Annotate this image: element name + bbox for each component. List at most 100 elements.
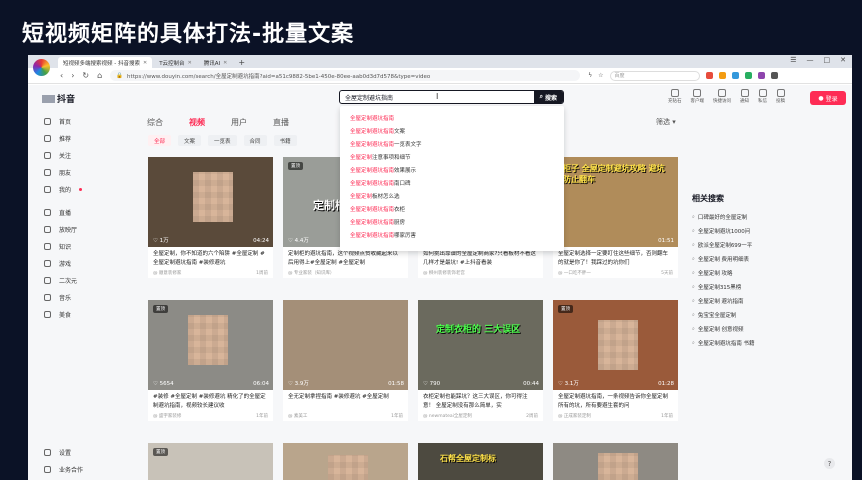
related-item[interactable]: ⌕ 口碑最好的全屋定制 [692, 210, 802, 224]
tab-video[interactable]: 视频 [189, 117, 205, 128]
video-card[interactable] [283, 443, 408, 480]
new-tab-icon[interactable]: + [238, 57, 245, 68]
video-author[interactable]: @ 盛宇家装修 [153, 413, 181, 419]
video-card[interactable]: 石帮全屋定制标 [418, 443, 543, 480]
video-thumbnail[interactable]: 柜子 全屋定制避坑攻略 避坑 防止翻车 01:51 [553, 157, 678, 247]
video-caption[interactable]: #装修 #全屋定制 #装修避坑 精化了的全屋定制避坑指南，视频较长建议收 [148, 390, 273, 411]
video-author[interactable]: @ 柳州装修装饰老宫 [423, 270, 465, 276]
suggestion-item[interactable]: 全屋定制避坑指南 文案 [340, 124, 564, 137]
related-item[interactable]: ⌕ 全屋定制 费用明细表 [692, 252, 802, 266]
filter-button[interactable]: 筛选 ▾ [656, 117, 676, 127]
action-notify[interactable]: 通知 [740, 89, 749, 104]
extension-icon[interactable] [718, 72, 726, 79]
video-thumbnail[interactable]: 置顶 ♡ 5654 06:04 [148, 300, 273, 390]
sidebar-item-settings[interactable]: 设置 [28, 444, 118, 461]
tab-overall[interactable]: 综合 [147, 117, 163, 128]
suggestion-item[interactable]: 全屋定制 板材怎么选 [340, 189, 564, 202]
suggestion-item[interactable]: 全屋定制避坑指南 [340, 111, 564, 124]
chip-contract[interactable]: 合同 [243, 135, 267, 146]
sidebar-item-mine[interactable]: 我的 [28, 181, 118, 198]
sidebar-item-friends[interactable]: 朋友 [28, 164, 118, 181]
menu-icon[interactable]: ☰ [790, 56, 796, 64]
back-icon[interactable]: ‹ [60, 71, 63, 80]
sidebar-item-recommend[interactable]: 推荐 [28, 130, 118, 147]
suggestion-item[interactable]: 全屋定制避坑指南 哪家厉害 [340, 228, 564, 241]
sidebar-item-anime[interactable]: 二次元 [28, 272, 118, 289]
sidebar-item-cinema[interactable]: 放映厅 [28, 221, 118, 238]
video-author[interactable]: @ 正成家装定制 [558, 413, 591, 419]
browser-search-field[interactable]: 百度 [609, 70, 700, 81]
video-card[interactable]: 置顶 ♡ 5654 06:04 #装修 #全屋定制 #装修避坑 精化了的全屋定制… [148, 300, 273, 421]
video-thumbnail[interactable]: 置顶 ♡ 3.1万 01:28 [553, 300, 678, 390]
action-recharge[interactable]: 充钻石 [668, 89, 682, 104]
video-caption[interactable]: 全屋定制选择一定要盯住这些细节，否则翻车的就是你了！我踩过的坑你们 [553, 247, 678, 268]
forward-icon[interactable]: › [71, 71, 74, 80]
video-thumbnail[interactable]: ♡ 3.9万 01:58 [283, 300, 408, 390]
video-thumbnail[interactable] [283, 443, 408, 480]
chip-copy[interactable]: 文案 [178, 135, 202, 146]
video-card[interactable]: 置顶 ♡ 3.1万 01:28 全屋定制避坑指南，一条视频告诉你全屋定制所有的坑… [553, 300, 678, 421]
login-button[interactable]: ● 登录 [810, 91, 846, 105]
chip-list[interactable]: 一览表 [208, 135, 237, 146]
video-card[interactable] [553, 443, 678, 480]
video-author[interactable]: @ newmateai全屋定制 [423, 413, 472, 419]
video-thumbnail[interactable] [553, 443, 678, 480]
related-item[interactable]: ⌕ 全屋定制避坑指南 书籍 [692, 336, 802, 350]
tab-live[interactable]: 直播 [273, 117, 289, 128]
video-card[interactable]: ♡ 1万 04:24 全屋定制，你不知道的六个陷阱 #全屋定制 #全屋定制避坑指… [148, 157, 273, 278]
video-thumbnail[interactable]: 石帮全屋定制标 [418, 443, 543, 480]
suggestion-item[interactable]: 全屋定制 注意事项和细节 [340, 150, 564, 163]
video-author[interactable]: @ 一口吃不胖一 [558, 270, 591, 276]
suggestion-item[interactable]: 全屋定制避坑指南 厨房 [340, 215, 564, 228]
help-button[interactable]: ? [824, 458, 835, 469]
tab-douyin[interactable]: 短视频多端搜索视频 - 抖音搜索 ✕ [58, 57, 153, 68]
extension-icon[interactable] [757, 72, 765, 79]
extension-icon[interactable] [770, 72, 778, 79]
video-card[interactable]: 置顶 [148, 443, 273, 480]
related-item[interactable]: ⌕ 全屋定制 避坑指南 [692, 294, 802, 308]
sidebar-item-knowledge[interactable]: 知识 [28, 238, 118, 255]
action-message[interactable]: 私信 [758, 89, 767, 104]
video-author[interactable]: @ 专业家装（知识库） [288, 270, 334, 276]
action-client[interactable]: 客户端 [691, 89, 704, 104]
bolt-icon[interactable]: ϟ [588, 72, 592, 79]
sidebar-item-follow[interactable]: 关注 [28, 147, 118, 164]
sidebar-item-food[interactable]: 美食 [28, 306, 118, 323]
sidebar-item-games[interactable]: 游戏 [28, 255, 118, 272]
related-item[interactable]: ⌕ 全屋定制315黑榜 [692, 280, 802, 294]
sidebar-item-home[interactable]: 首页 [28, 113, 118, 130]
video-caption[interactable]: 全屋定制避坑指南，一条视频告诉你全屋定制所有的坑，所有要避生套的问 [553, 390, 678, 411]
sidebar-item-music[interactable]: 音乐 [28, 289, 118, 306]
sidebar-item-live[interactable]: 直播 [28, 204, 118, 221]
douyin-logo[interactable]: 抖音 [42, 92, 75, 105]
chip-books[interactable]: 书籍 [273, 135, 297, 146]
home-icon[interactable]: ⌂ [97, 71, 102, 80]
suggestion-item[interactable]: 全屋定制避坑指南 衣柜 [340, 202, 564, 215]
star-icon[interactable]: ☆ [598, 72, 603, 79]
video-thumbnail[interactable]: 定制衣柜的 三大误区 ♡ 790 00:44 [418, 300, 543, 390]
extension-icon[interactable] [705, 72, 713, 79]
search-button[interactable]: ⌕ 搜索 [533, 91, 563, 103]
video-author[interactable]: @ 素美工 [288, 413, 307, 419]
suggestion-item[interactable]: 全屋定制避坑指南 一览表文字 [340, 137, 564, 150]
minimize-icon[interactable]: — [807, 56, 814, 64]
video-caption[interactable]: 全无定制拿捏指南 #装修避坑 #全屋定制 [283, 390, 408, 411]
action-upload[interactable]: 投稿 [776, 89, 785, 104]
maximize-icon[interactable]: □ [824, 56, 831, 64]
chip-all[interactable]: 全部 [148, 135, 172, 146]
suggestion-item[interactable]: 全屋定制避坑指南 效果展示 [340, 163, 564, 176]
sidebar-item-business[interactable]: 业务合作 [28, 461, 118, 478]
video-card[interactable]: 定制衣柜的 三大误区 ♡ 790 00:44 衣柜定制也能踩坑？这三大误区，你可… [418, 300, 543, 421]
close-tab-icon[interactable]: ✕ [188, 60, 192, 66]
video-caption[interactable]: 全屋定制，你不知道的六个陷阱 #全屋定制 #全屋定制避坑指南 #装修避坑 [148, 247, 273, 268]
reload-icon[interactable]: ↻ [82, 71, 89, 80]
video-caption[interactable]: 衣柜定制也能踩坑？这三大误区，你可得注意！ 全屋定制没有那么简单，实 [418, 390, 543, 411]
related-item[interactable]: ⌕ 全屋定制 攻略 [692, 266, 802, 280]
close-window-icon[interactable]: ✕ [840, 56, 846, 64]
action-quick-access[interactable]: 快捷访问 [713, 89, 731, 104]
close-tab-icon[interactable]: ✕ [143, 60, 147, 66]
extension-icon[interactable] [731, 72, 739, 79]
video-thumbnail[interactable]: 置顶 [148, 443, 273, 480]
tab-tencent-ai[interactable]: 腾讯AI ✕ [199, 57, 233, 68]
video-card[interactable]: 柜子 全屋定制避坑攻略 避坑 防止翻车 01:51 全屋定制选择一定要盯住这些细… [553, 157, 678, 278]
